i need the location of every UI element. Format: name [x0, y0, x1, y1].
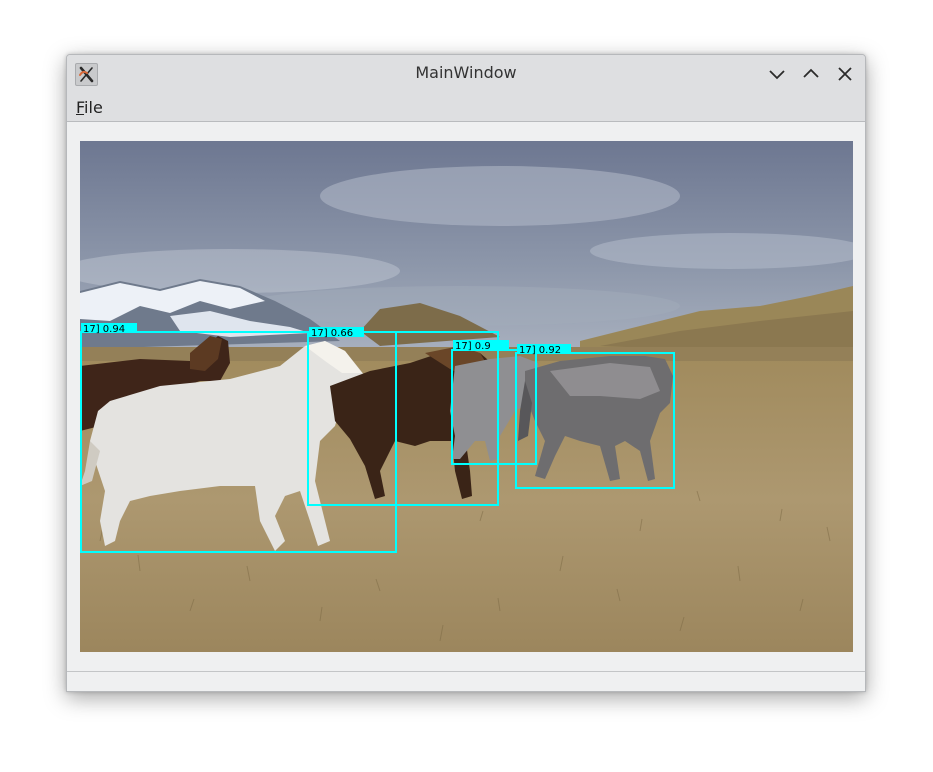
minimize-button[interactable]: [767, 64, 787, 84]
maximize-button[interactable]: [801, 64, 821, 84]
title-bar[interactable]: MainWindow: [67, 55, 865, 93]
detection-label: 17] 0.66: [311, 328, 353, 339]
main-window: MainWindow File 17] 0.94 17] 0.66 17] 0.…: [66, 54, 866, 692]
status-bar: [67, 671, 865, 691]
close-icon: [838, 67, 852, 81]
chevron-down-icon: [769, 70, 785, 80]
close-button[interactable]: [835, 64, 855, 84]
menu-file-label: ile: [84, 98, 103, 117]
menu-file-mnemonic: F: [76, 98, 85, 117]
detection-image: 17] 0.94 17] 0.66 17] 0.9 17] 0.92: [80, 141, 853, 652]
menu-file[interactable]: File: [76, 98, 103, 117]
window-title: MainWindow: [415, 63, 517, 82]
cloud: [320, 166, 680, 226]
detection-label: 17] 0.94: [83, 324, 125, 335]
detection-label: 17] 0.92: [519, 345, 561, 356]
chevron-up-icon: [803, 68, 819, 78]
detection-image-view: 17] 0.94 17] 0.66 17] 0.9 17] 0.92: [80, 141, 853, 652]
menu-bar: File: [67, 93, 865, 122]
detection-label: 17] 0.9: [455, 341, 491, 352]
